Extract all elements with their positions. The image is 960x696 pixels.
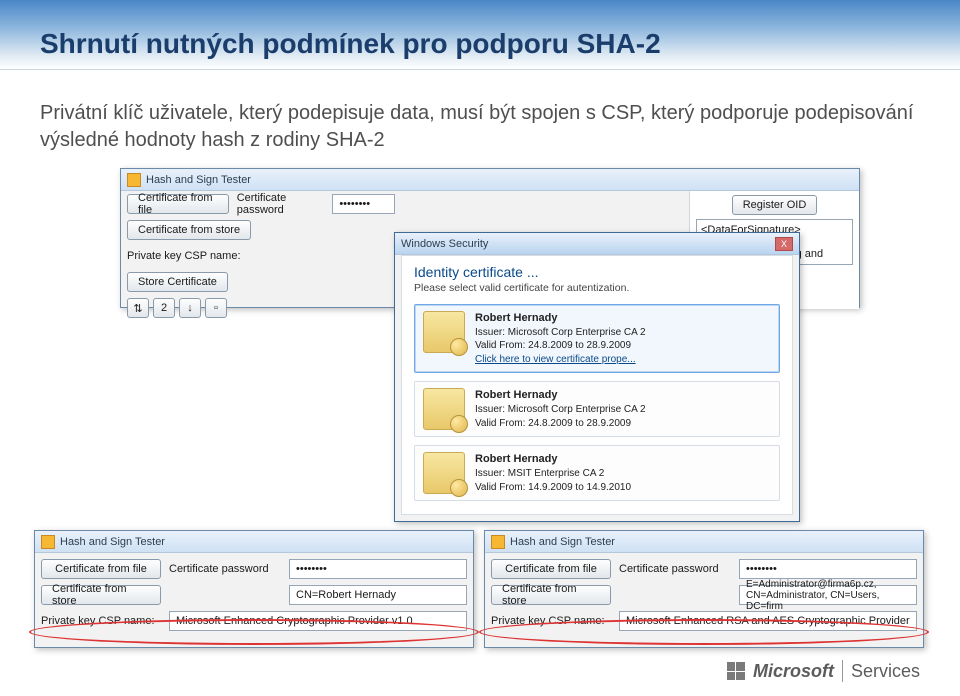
- cn-field[interactable]: CN=Robert Hernady: [289, 585, 467, 605]
- cert-properties-link[interactable]: Click here to view certificate prope...: [475, 353, 646, 367]
- slide-body-text: Privátní klíč uživatele, který podepisuj…: [40, 100, 960, 154]
- cert-valid: Valid From: 24.8.2009 to 28.9.2009: [475, 339, 646, 353]
- csp-name-field[interactable]: Microsoft Enhanced RSA and AES Cryptogra…: [619, 611, 917, 631]
- window-title: Hash and Sign Tester: [510, 536, 615, 548]
- cert-name: Robert Hernady: [475, 311, 646, 326]
- app-icon: [127, 173, 141, 187]
- titlebar: Hash and Sign Tester: [121, 169, 859, 191]
- csp-name-field[interactable]: Microsoft Enhanced Cryptographic Provide…: [169, 611, 467, 631]
- app-icon: [41, 535, 55, 549]
- windows-security-dialog: Windows Security X Identity certificate …: [394, 232, 800, 522]
- tester-window-left: Hash and Sign Tester Certificate from fi…: [34, 530, 474, 648]
- tester-window-right: Hash and Sign Tester Certificate from fi…: [484, 530, 924, 648]
- cert-issuer: Issuer: Microsoft Corp Enterprise CA 2: [475, 403, 646, 417]
- dialog-subtext: Please select valid certificate for aute…: [414, 282, 780, 294]
- titlebar: Windows Security X: [395, 233, 799, 255]
- microsoft-icon: [727, 662, 745, 680]
- certificate-icon: [423, 311, 465, 353]
- cert-password-field[interactable]: ••••••••: [739, 559, 917, 579]
- cert-valid: Valid From: 24.8.2009 to 28.9.2009: [475, 417, 646, 431]
- cert-password-label: Certificate password: [619, 563, 739, 575]
- cert-from-file-button[interactable]: Certificate from file: [127, 194, 229, 214]
- slide-title: Shrnutí nutných podmínek pro podporu SHA…: [40, 28, 661, 60]
- brand-text: Microsoft: [753, 661, 834, 682]
- divider: [842, 660, 843, 682]
- cert-name: Robert Hernady: [475, 388, 646, 403]
- cn-field[interactable]: E=Administrator@firma6p.cz, CN=Administr…: [739, 585, 917, 605]
- cert-from-file-button[interactable]: Certificate from file: [491, 559, 611, 579]
- window-title: Windows Security: [401, 238, 488, 250]
- cert-password-field[interactable]: ••••••••: [332, 194, 395, 214]
- cert-from-store-button[interactable]: Certificate from store: [491, 585, 611, 605]
- register-oid-button[interactable]: Register OID: [732, 195, 818, 215]
- cert-issuer: Issuer: Microsoft Corp Enterprise CA 2: [475, 326, 646, 340]
- cert-issuer: Issuer: MSIT Enterprise CA 2: [475, 467, 631, 481]
- services-text: Services: [851, 661, 920, 682]
- store-certificate-button[interactable]: Store Certificate: [127, 272, 228, 292]
- cert-from-store-button[interactable]: Certificate from store: [127, 220, 251, 240]
- cert-password-label: Certificate password: [237, 192, 333, 216]
- certificate-item[interactable]: Robert Hernady Issuer: Microsoft Corp En…: [414, 304, 780, 373]
- tool-btn-4[interactable]: ▫: [205, 298, 227, 318]
- window-title: Hash and Sign Tester: [60, 536, 165, 548]
- tool-btn-1[interactable]: ⇅: [127, 298, 149, 318]
- close-icon[interactable]: X: [775, 237, 793, 251]
- private-key-csp-label: Private key CSP name:: [41, 615, 161, 627]
- app-icon: [491, 535, 505, 549]
- cert-password-field[interactable]: ••••••••: [289, 559, 467, 579]
- tool-btn-2[interactable]: 2: [153, 298, 175, 318]
- certificate-icon: [423, 388, 465, 430]
- cert-from-file-button[interactable]: Certificate from file: [41, 559, 161, 579]
- certificate-icon: [423, 452, 465, 494]
- cert-valid: Valid From: 14.9.2009 to 14.9.2010: [475, 481, 631, 495]
- certificate-item[interactable]: Robert Hernady Issuer: Microsoft Corp En…: [414, 381, 780, 437]
- dialog-heading: Identity certificate ...: [414, 264, 780, 280]
- certificate-item[interactable]: Robert Hernady Issuer: MSIT Enterprise C…: [414, 445, 780, 501]
- window-title: Hash and Sign Tester: [146, 174, 251, 186]
- private-key-csp-label: Private key CSP name:: [127, 250, 257, 262]
- private-key-csp-label: Private key CSP name:: [491, 615, 611, 627]
- cert-from-store-button[interactable]: Certificate from store: [41, 585, 161, 605]
- cert-name: Robert Hernady: [475, 452, 631, 467]
- tool-btn-3[interactable]: ↓: [179, 298, 201, 318]
- footer-logo: Microsoft Services: [727, 660, 920, 682]
- cert-password-label: Certificate password: [169, 563, 289, 575]
